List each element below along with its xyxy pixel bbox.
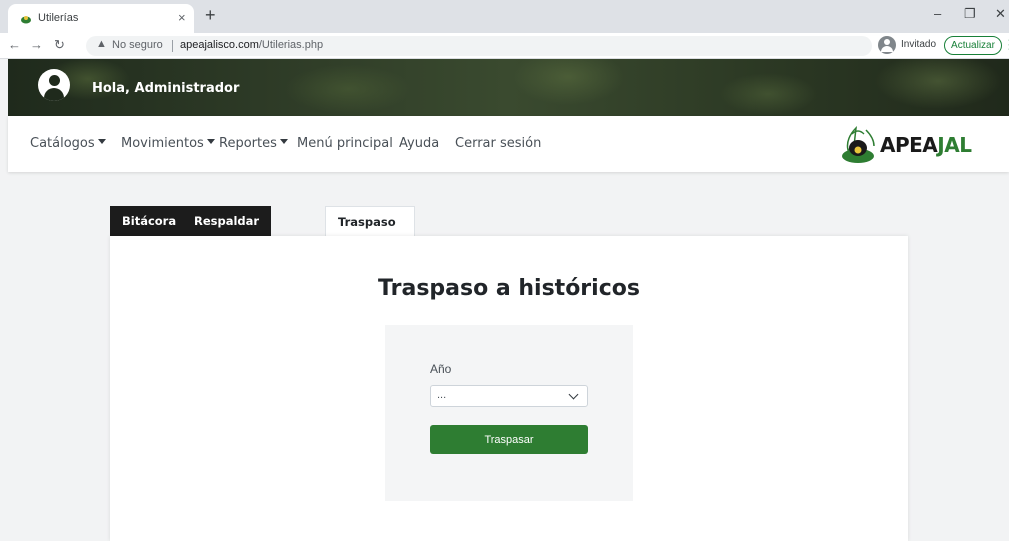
main-navbar: Catálogos Movimientos Reportes Menú prin…	[8, 116, 1009, 172]
logo-text-jal: JAL	[937, 133, 972, 157]
header-banner: Hola, Administrador	[8, 59, 1009, 116]
tab-bitacora[interactable]: Bitácora	[110, 206, 189, 236]
chevron-down-icon	[568, 389, 579, 400]
nav-movimientos-label: Movimientos	[121, 136, 204, 151]
nav-reportes-label: Reportes	[219, 136, 277, 151]
nav-reportes[interactable]: Reportes	[219, 136, 288, 151]
user-circle-icon	[38, 69, 70, 101]
url-text[interactable]: apeajalisco.com/Utilerias.php	[180, 39, 323, 51]
year-select[interactable]: ...	[430, 385, 588, 407]
logo-text-apea: APEA	[880, 133, 938, 157]
url-omnibox[interactable]: ▲ No seguro apeajalisco.com/Utilerias.ph…	[86, 36, 872, 56]
address-bar: ← → ↻ ▲ No seguro apeajalisco.com/Utiler…	[0, 33, 1009, 59]
logo-text: APEAJAL	[880, 133, 972, 157]
back-arrow-icon[interactable]: ←	[8, 37, 21, 52]
page-title: Traspaso a históricos	[378, 276, 640, 301]
url-host: apeajalisco.com	[180, 39, 259, 51]
caret-down-icon	[206, 139, 215, 144]
traspasar-button[interactable]: Traspasar	[430, 425, 588, 454]
profile-label[interactable]: Invitado	[901, 39, 936, 50]
tab-close-icon[interactable]: ×	[178, 10, 186, 25]
tab-respaldar-restaurar[interactable]: Respaldar y restaurar	[182, 206, 272, 288]
new-tab-button[interactable]: +	[205, 5, 216, 26]
avocado-logo-icon	[842, 125, 875, 163]
security-warning[interactable]: No seguro	[112, 39, 163, 51]
apeajal-favicon-icon	[21, 16, 31, 24]
omnibox-divider	[172, 40, 173, 52]
browser-tab[interactable]: Utilerías ×	[8, 4, 194, 33]
url-path: /Utilerias.php	[258, 39, 324, 51]
menu-dots-icon[interactable]: ⋮	[1003, 37, 1009, 53]
year-select-value: ...	[437, 389, 447, 401]
nav-catalogos[interactable]: Catálogos	[30, 136, 106, 151]
nav-movimientos[interactable]: Movimientos	[121, 136, 215, 151]
forward-arrow-icon[interactable]: →	[30, 37, 43, 52]
nav-catalogos-label: Catálogos	[30, 136, 95, 151]
minimize-icon[interactable]: –	[934, 6, 941, 21]
close-window-icon[interactable]: ✕	[995, 6, 1006, 22]
update-button[interactable]: Actualizar	[944, 36, 1002, 55]
transfer-form: Año ... Traspasar	[385, 325, 633, 501]
user-greeting: Hola, Administrador	[92, 81, 240, 96]
profile-icon[interactable]	[878, 36, 896, 54]
browser-tabstrip: Utilerías × + – ❐ ✕	[0, 0, 1009, 33]
tab-title: Utilerías	[38, 12, 79, 24]
caret-down-icon	[279, 139, 288, 144]
year-label: Año	[430, 362, 452, 376]
apeajal-logo[interactable]: APEAJAL	[836, 124, 986, 166]
reload-icon[interactable]: ↻	[54, 37, 65, 53]
tab-traspaso-historicos[interactable]: Traspaso a históricos	[325, 206, 415, 289]
nav-ayuda[interactable]: Ayuda	[399, 136, 439, 151]
warning-icon[interactable]: ▲	[96, 38, 107, 50]
nav-menu-principal[interactable]: Menú principal	[297, 136, 393, 151]
caret-down-icon	[97, 139, 106, 144]
restore-icon[interactable]: ❐	[964, 6, 976, 22]
content-card: Traspaso a históricos Año ... Traspasar	[110, 236, 908, 541]
nav-cerrar-sesion[interactable]: Cerrar sesión	[455, 136, 541, 151]
